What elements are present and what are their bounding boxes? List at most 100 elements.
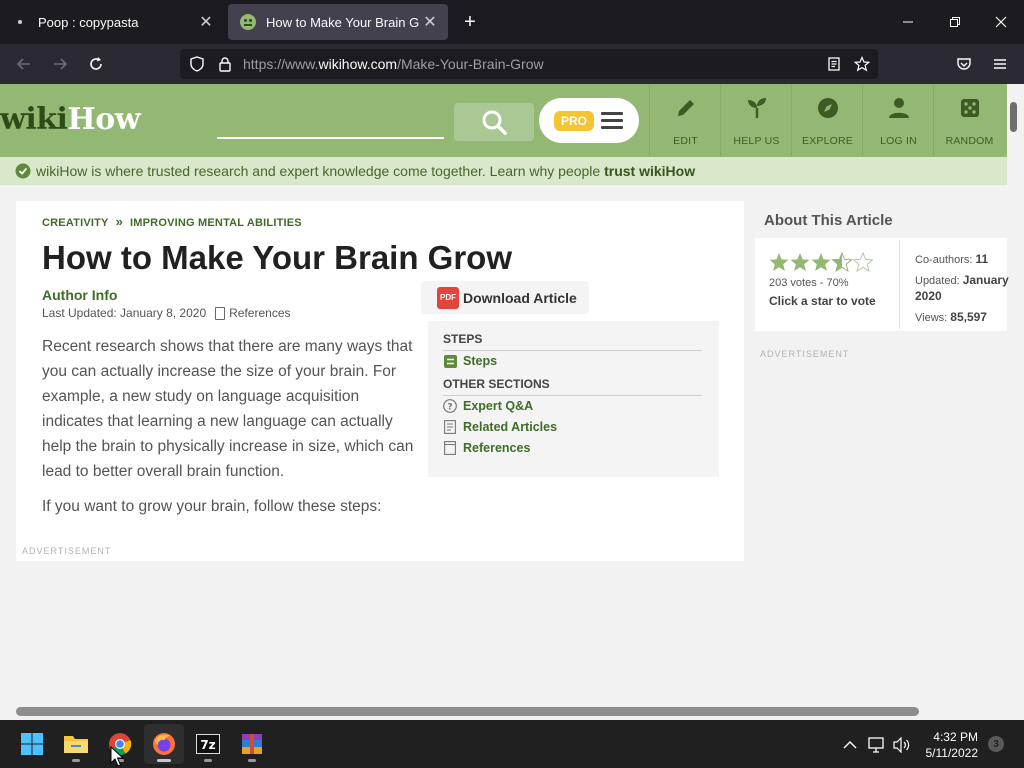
tray-overflow-chevron-icon[interactable] [839, 734, 861, 756]
mouse-cursor-icon [110, 746, 124, 767]
minimize-icon[interactable] [894, 8, 922, 36]
running-indicator [72, 759, 80, 762]
taskbar-file-explorer[interactable] [56, 724, 96, 764]
horizontal-scrollbar[interactable] [16, 707, 919, 716]
steps-intro: If you want to grow your brain, follow t… [42, 498, 382, 515]
toc-item-steps[interactable]: Steps [443, 354, 497, 368]
start-button[interactable] [12, 724, 52, 764]
last-updated-text: Last Updated: January 8, 2020 [42, 306, 207, 320]
votes-count: 203 votes - 70% [769, 277, 849, 289]
list-icon [443, 354, 457, 368]
nav-help-us[interactable]: HELP US [720, 84, 791, 157]
toc-item-related-articles[interactable]: Related Articles [443, 420, 557, 434]
taskbar-7zip[interactable]: 7z [188, 724, 228, 764]
search-button[interactable] [454, 103, 534, 141]
network-icon[interactable] [866, 734, 888, 756]
question-icon: ? [443, 399, 457, 413]
hamburger-icon [601, 112, 623, 130]
reload-icon[interactable] [84, 52, 108, 76]
running-indicator [157, 759, 171, 762]
clock-date: 5/11/2022 [925, 746, 979, 760]
star-icon[interactable] [790, 253, 810, 271]
pdf-icon: PDF [437, 286, 459, 309]
star-rating[interactable] [769, 252, 873, 274]
tab-close-icon[interactable]: ✕ [196, 12, 216, 32]
taskbar-firefox[interactable] [144, 724, 184, 764]
views-count: Views: 85,597 [915, 310, 987, 324]
document-icon [443, 441, 457, 455]
nav-log-in[interactable]: LOG IN [862, 84, 933, 157]
browser-nav-bar: https://www.wikihow.com/Make-Your-Brain-… [0, 44, 1024, 84]
wikihow-logo[interactable]: wikiHow [0, 102, 141, 137]
app-menu-icon[interactable] [988, 52, 1012, 76]
half-star-icon[interactable] [832, 252, 852, 272]
running-indicator [248, 759, 256, 762]
trust-text: wikiHow is where trusted research and ex… [36, 163, 696, 179]
about-article-card: 203 votes - 70% Click a star to vote Co-… [755, 238, 1009, 331]
forward-arrow-icon[interactable] [48, 52, 72, 76]
tab-wikihow[interactable]: How to Make Your Brain Grow: 9 ✕ [228, 4, 448, 40]
pencil-icon [678, 100, 694, 116]
breadcrumb-item-mental-abilities[interactable]: IMPROVING MENTAL ABILITIES [130, 217, 302, 229]
browser-tab-bar: Poop : copypasta ✕ How to Make Your Brai… [0, 0, 1024, 44]
trust-wikihow-link[interactable]: trust wikiHow [604, 163, 695, 179]
pro-menu-button[interactable]: PRO [539, 98, 639, 143]
address-bar[interactable]: https://www.wikihow.com/Make-Your-Brain-… [180, 49, 878, 79]
system-clock[interactable]: 4:32 PM 5/11/2022 [914, 729, 979, 761]
trust-banner: wikiHow is where trusted research and ex… [0, 157, 1007, 185]
new-tab-button[interactable]: + [458, 10, 482, 34]
toc-other-heading: OTHER SECTIONS [443, 377, 702, 396]
updated-year: 2020 [915, 289, 942, 303]
volume-icon[interactable] [891, 734, 913, 756]
last-updated: Last Updated: January 8, 2020 References [42, 306, 291, 320]
toc-item-expert-qa[interactable]: ? Expert Q&A [443, 399, 533, 413]
svg-text:?: ? [447, 403, 452, 413]
author-info-link[interactable]: Author Info [42, 287, 117, 303]
windows-taskbar: 7z 4:32 PM 5/11/2022 3 [0, 720, 1024, 768]
shield-icon[interactable] [189, 56, 205, 72]
nav-edit[interactable]: EDIT [649, 84, 720, 157]
empty-star-icon[interactable] [853, 252, 873, 272]
vertical-scrollbar[interactable] [1010, 102, 1017, 132]
toc-item-references[interactable]: References [443, 441, 530, 455]
updated-date: Updated: January [915, 273, 1009, 287]
tab-favicon-dot-icon [12, 14, 28, 30]
bookmark-star-icon[interactable] [854, 56, 870, 72]
taskbar-winrar[interactable] [232, 724, 272, 764]
pro-badge: PRO [554, 111, 594, 131]
restore-icon[interactable] [941, 8, 969, 36]
sprout-icon [748, 98, 766, 118]
clock-time: 4:32 PM [933, 730, 978, 744]
breadcrumb-item-creativity[interactable]: CREATIVITY [42, 217, 109, 229]
tab-close-icon[interactable]: ✕ [420, 12, 440, 32]
download-label: Download Article [463, 289, 577, 306]
back-arrow-icon[interactable] [12, 52, 36, 76]
nav-explore[interactable]: EXPLORE [791, 84, 862, 157]
url-text[interactable]: https://www.wikihow.com/Make-Your-Brain-… [243, 56, 544, 72]
nav-random[interactable]: RANDOM [933, 84, 1007, 157]
tab-copypasta[interactable]: Poop : copypasta ✕ [0, 4, 224, 40]
star-icon[interactable] [811, 253, 831, 271]
tab-title: Poop : copypasta [38, 14, 139, 30]
download-article-button[interactable]: PDF Download Article [421, 281, 589, 314]
7zip-icon: 7z [196, 734, 220, 754]
star-icon[interactable] [769, 253, 789, 271]
breadcrumb: CREATIVITY » IMPROVING MENTAL ABILITIES [42, 214, 302, 229]
dice-icon [961, 99, 979, 117]
pocket-icon[interactable] [952, 52, 976, 76]
divider [899, 240, 900, 329]
notification-badge[interactable]: 3 [988, 736, 1004, 752]
close-window-icon[interactable] [987, 8, 1015, 36]
compass-icon [818, 98, 838, 118]
firefox-icon [153, 733, 175, 755]
toc-steps-heading: STEPS [443, 332, 702, 351]
lock-icon[interactable] [217, 56, 233, 72]
search-input[interactable] [217, 137, 444, 139]
windows-start-icon [21, 733, 43, 755]
table-of-contents: STEPS Steps OTHER SECTIONS ? Expert Q&A … [428, 321, 719, 477]
tab-title: How to Make Your Brain Grow: 9 [266, 14, 420, 30]
folder-icon [64, 736, 88, 753]
references-link[interactable]: References [229, 306, 290, 320]
reader-view-icon[interactable] [826, 56, 842, 72]
document-icon [215, 306, 226, 320]
